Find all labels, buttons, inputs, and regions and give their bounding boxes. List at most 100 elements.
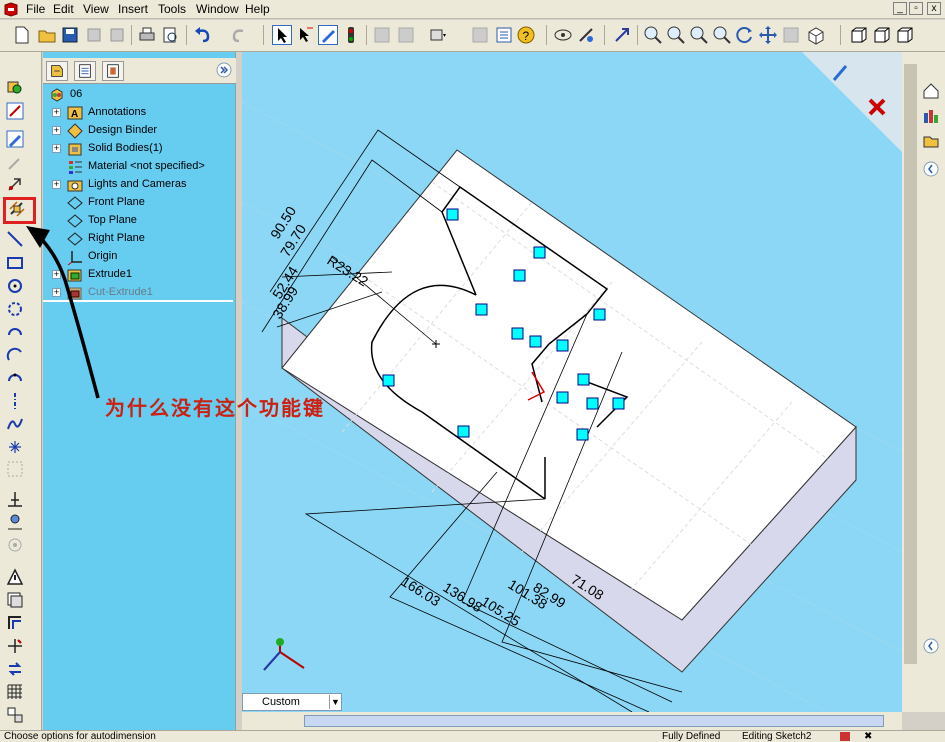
- tree-item-label: Solid Bodies(1): [88, 142, 163, 154]
- menu-edit[interactable]: Edit: [53, 2, 74, 16]
- status-hint: Choose options for autodimension: [4, 731, 156, 742]
- home-icon[interactable]: [922, 82, 940, 100]
- collapse-task-pane-icon[interactable]: [922, 160, 940, 178]
- close-status-icon[interactable]: ✖: [864, 731, 872, 742]
- circular-pattern-icon[interactable]: [6, 706, 24, 724]
- options-disabled-icon[interactable]: [396, 25, 416, 45]
- tree-item-lights-cameras[interactable]: + Lights and Cameras: [43, 176, 233, 194]
- hidden-lines-icon[interactable]: [872, 25, 892, 45]
- restore-button[interactable]: ▫: [909, 2, 923, 15]
- section-view-icon[interactable]: [781, 25, 801, 45]
- print-icon[interactable]: [137, 25, 157, 45]
- offset-entities-icon[interactable]: [6, 614, 24, 632]
- file-explorer-icon[interactable]: [922, 132, 940, 150]
- close-button[interactable]: x: [927, 2, 941, 15]
- smart-dimension-sketch-icon[interactable]: [6, 176, 24, 194]
- print-preview-icon[interactable]: [160, 25, 180, 45]
- svg-text:?: ?: [523, 29, 530, 43]
- tree-item-design-binder[interactable]: + Design Binder: [43, 122, 233, 140]
- collapse-panel-icon[interactable]: [216, 62, 232, 78]
- plane-icon: [67, 196, 83, 210]
- toolbar-separator: [546, 25, 547, 45]
- expand-toggle[interactable]: +: [52, 144, 61, 153]
- shaded-with-edges-icon[interactable]: [849, 25, 869, 45]
- tree-item-material[interactable]: Material <not specified>: [43, 158, 233, 176]
- confirmation-corner[interactable]: [802, 52, 902, 152]
- point-icon[interactable]: [6, 438, 24, 456]
- linear-pattern-icon[interactable]: [6, 683, 24, 701]
- redo-icon[interactable]: [229, 25, 249, 45]
- orientation-icon[interactable]: [553, 25, 573, 45]
- make-drawing-icon[interactable]: [84, 25, 104, 45]
- save-icon[interactable]: [60, 25, 80, 45]
- dimension-baseline-icon[interactable]: [6, 490, 24, 508]
- undo-icon[interactable]: [193, 25, 213, 45]
- view-selector-dropdown[interactable]: Custom ▼: [242, 693, 342, 711]
- pan-icon[interactable]: [758, 25, 778, 45]
- spline-icon[interactable]: [6, 415, 24, 433]
- scrollbar-thumb[interactable]: [904, 64, 917, 664]
- tree-item-annotations[interactable]: + A Annotations: [43, 104, 233, 122]
- mirror-entities-icon[interactable]: [6, 513, 24, 531]
- standard-views-icon[interactable]: [806, 25, 826, 45]
- zoom-to-area-icon[interactable]: [666, 25, 686, 45]
- help-icon[interactable]: ?: [516, 25, 536, 45]
- zoom-to-fit-icon[interactable]: [643, 25, 663, 45]
- construction-geometry-icon[interactable]: [6, 536, 24, 554]
- display-relations-icon[interactable]: [6, 568, 24, 586]
- new-document-icon[interactable]: [12, 25, 32, 45]
- wireframe-icon[interactable]: [895, 25, 915, 45]
- smart-dimension-icon[interactable]: [612, 25, 632, 45]
- minimize-button[interactable]: _: [893, 2, 907, 15]
- rebuild-icon[interactable]: [341, 25, 361, 45]
- vertical-scrollbar[interactable]: [902, 52, 919, 712]
- menu-insert[interactable]: Insert: [118, 2, 148, 16]
- dimension-105-25[interactable]: 105.25: [478, 593, 523, 629]
- menu-help[interactable]: Help: [245, 2, 270, 16]
- chevron-down-icon[interactable]: ▼: [329, 695, 341, 709]
- properties-icon[interactable]: [494, 25, 514, 45]
- select-arrow-icon[interactable]: [272, 25, 292, 45]
- trim-entities-icon[interactable]: [6, 637, 24, 655]
- open-folder-icon[interactable]: [37, 25, 57, 45]
- menu-window[interactable]: Window: [196, 2, 239, 16]
- grid-options-icon[interactable]: [470, 25, 490, 45]
- rotate-view-icon[interactable]: [735, 25, 755, 45]
- sketch-pencil-icon[interactable]: [6, 130, 24, 148]
- expand-task-pane-icon[interactable]: [922, 637, 940, 655]
- tree-root-part[interactable]: 06: [43, 86, 233, 104]
- relations-icon[interactable]: [6, 102, 24, 120]
- tree-item-solid-bodies[interactable]: + Solid Bodies(1): [43, 140, 233, 158]
- expand-toggle[interactable]: +: [52, 108, 61, 117]
- menu-tools[interactable]: Tools: [158, 2, 186, 16]
- display-style-icon[interactable]: [428, 25, 448, 45]
- graphics-area[interactable]: 90.50 79.70 52.44 38.99 R23.22 166.03 13…: [242, 52, 902, 712]
- view-orientation-icon[interactable]: [6, 78, 24, 96]
- 3d-sketch-icon[interactable]: [6, 154, 24, 172]
- dimension-136-98[interactable]: 136.98: [440, 579, 485, 615]
- menu-file[interactable]: File: [26, 2, 45, 16]
- expand-toggle[interactable]: +: [52, 180, 61, 189]
- move-view-icon[interactable]: [576, 25, 596, 45]
- rebuild-status-icon[interactable]: [840, 732, 850, 741]
- sketch-icon[interactable]: [318, 25, 338, 45]
- zoom-to-selection-icon[interactable]: [712, 25, 732, 45]
- expand-toggle[interactable]: +: [52, 126, 61, 135]
- move-entities-icon[interactable]: [6, 660, 24, 678]
- status-bar: Choose options for autodimension Fully D…: [0, 730, 945, 742]
- convert-entities-icon[interactable]: [6, 591, 24, 609]
- select-other-icon[interactable]: [295, 25, 315, 45]
- feature-tree-tab-icon[interactable]: [46, 61, 68, 81]
- configuration-manager-tab-icon[interactable]: [102, 61, 124, 81]
- make-assembly-icon[interactable]: [107, 25, 127, 45]
- sketch-fillet-disabled-icon[interactable]: [6, 460, 24, 478]
- menu-view[interactable]: View: [83, 2, 109, 16]
- horizontal-scrollbar[interactable]: [242, 712, 902, 730]
- zoom-in-out-icon[interactable]: [689, 25, 709, 45]
- solidworks-logo-icon[interactable]: [3, 2, 19, 17]
- toolbar-separator: [840, 25, 841, 45]
- property-manager-tab-icon[interactable]: [74, 61, 96, 81]
- design-library-icon[interactable]: [922, 107, 940, 125]
- options-disabled-icon[interactable]: [372, 25, 392, 45]
- scrollbar-thumb[interactable]: [304, 715, 884, 727]
